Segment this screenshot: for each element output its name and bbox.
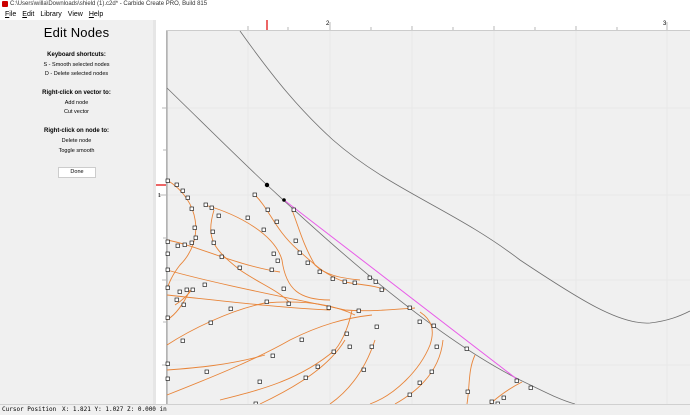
vector-cut-text: Cut vector xyxy=(63,109,90,115)
done-button[interactable]: Done xyxy=(58,167,96,178)
selected-node-1[interactable] xyxy=(264,182,270,188)
title-bar: C:\Users\willa\Downloads\shield (1).c2d*… xyxy=(0,0,690,9)
shortcut-smooth-text: S - Smooth selected nodes xyxy=(43,62,110,68)
menu-help[interactable]: Help xyxy=(86,9,106,20)
horizontal-ruler xyxy=(156,20,690,31)
menu-library[interactable]: Library xyxy=(37,9,64,20)
outer-vector-curve[interactable] xyxy=(239,30,690,324)
inner-vector-curve[interactable] xyxy=(166,87,576,405)
edit-nodes-panel: Edit Nodes Keyboard shortcuts: S - Smoot… xyxy=(0,20,154,404)
node-toggle-smooth-text: Toggle smooth xyxy=(58,148,95,154)
selected-node-2[interactable] xyxy=(282,198,286,202)
panel-title: Edit Nodes xyxy=(43,25,110,40)
keyboard-shortcuts-header: Keyboard shortcuts: xyxy=(47,52,106,58)
node-actions-header: Right-click on node to: xyxy=(44,128,109,134)
menu-edit[interactable]: Edit xyxy=(19,9,37,20)
vertical-ruler xyxy=(156,30,167,404)
node-handles[interactable] xyxy=(165,178,533,406)
window-title: C:\Users\willa\Downloads\shield (1).c2d*… xyxy=(10,1,208,7)
app-icon xyxy=(2,1,8,7)
vector-actions-header: Right-click on vector to: xyxy=(42,90,111,96)
node-delete-text: Delete node xyxy=(61,138,92,144)
selected-segment[interactable] xyxy=(283,199,519,381)
menu-file[interactable]: File xyxy=(2,9,19,20)
canvas-grid xyxy=(167,31,690,404)
shortcut-delete-text: D - Delete selected nodes xyxy=(44,71,109,77)
status-bar: Cursor Position X: 1.821 Y: 1.027 Z: 0.0… xyxy=(0,404,690,415)
vector-add-node-text: Add node xyxy=(64,100,89,106)
feather-vectors[interactable] xyxy=(166,179,523,405)
menu-view[interactable]: View xyxy=(65,9,86,20)
